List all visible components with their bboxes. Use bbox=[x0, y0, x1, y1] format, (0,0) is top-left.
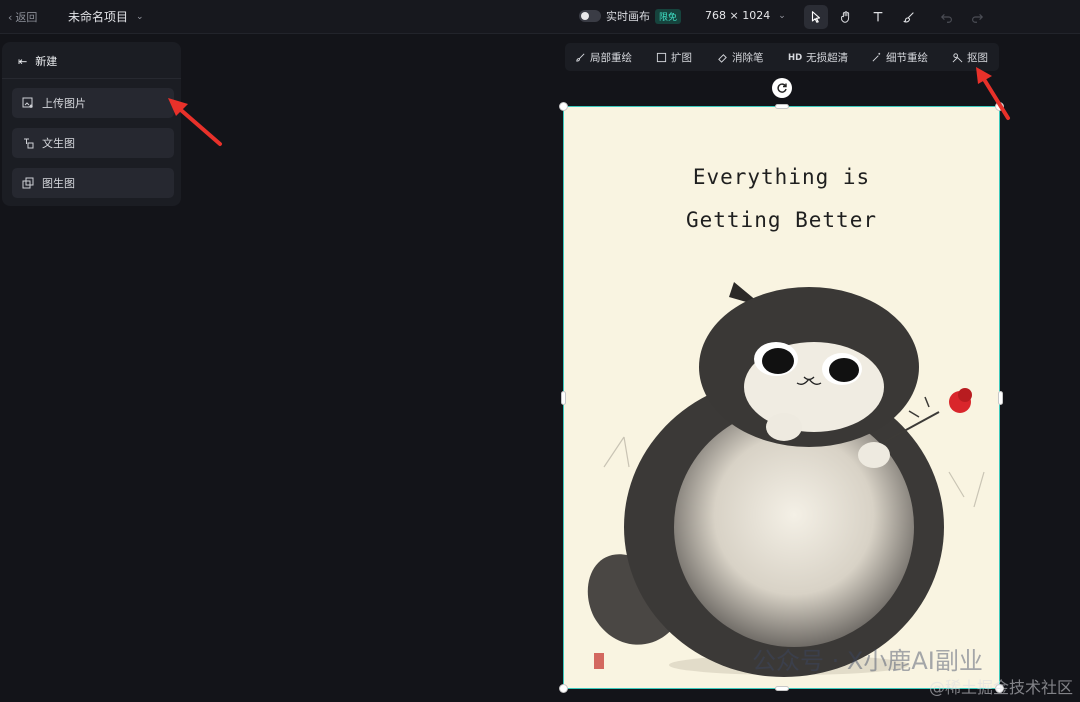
upload-image-label: 上传图片 bbox=[42, 97, 86, 110]
outpaint-button[interactable]: 扩图 bbox=[656, 50, 692, 65]
chevron-down-icon: ⌄ bbox=[136, 11, 144, 22]
undo-button[interactable] bbox=[940, 9, 954, 28]
text-to-image-button[interactable]: 文生图 bbox=[12, 128, 174, 158]
red-arrow-cutout bbox=[976, 67, 1010, 120]
eraser-label: 消除笔 bbox=[732, 52, 764, 64]
cat-illustration bbox=[587, 282, 985, 677]
red-arrow-upload bbox=[168, 98, 222, 146]
undo-icon bbox=[940, 13, 952, 23]
resize-handle-top[interactable] bbox=[775, 104, 789, 109]
rotate-icon bbox=[777, 83, 787, 93]
back-label: 返回 bbox=[15, 11, 38, 24]
upload-image-button[interactable]: 上传图片 bbox=[12, 88, 174, 118]
outpaint-label: 扩图 bbox=[671, 52, 692, 64]
free-badge: 限免 bbox=[655, 8, 682, 24]
rotate-handle[interactable] bbox=[772, 78, 792, 98]
text-tool-button[interactable] bbox=[866, 5, 890, 29]
canvas-size-dropdown[interactable]: 768 × 1024 ⌄ bbox=[705, 9, 786, 22]
resize-handle-left[interactable] bbox=[561, 391, 566, 405]
resize-handle-bottom-left[interactable] bbox=[559, 684, 568, 693]
collapse-left-icon[interactable]: ⇤ bbox=[18, 55, 27, 68]
brush-icon bbox=[903, 12, 914, 23]
inpaint-button[interactable]: 局部重绘 bbox=[575, 50, 632, 65]
watermark-wechat: 公众号 · X小鹿AI副业 bbox=[752, 647, 983, 675]
hd-icon: HD bbox=[788, 52, 803, 63]
hd-upscale-label: 无损超清 bbox=[806, 52, 849, 64]
project-name-dropdown[interactable]: 未命名项目 ⌄ bbox=[68, 8, 144, 25]
cursor-arrow-icon bbox=[811, 11, 821, 23]
hand-icon bbox=[841, 11, 850, 23]
panel-title: 新建 bbox=[35, 55, 58, 68]
redo-button[interactable] bbox=[970, 9, 984, 28]
brush-icon bbox=[576, 53, 585, 62]
resize-handle-right[interactable] bbox=[998, 391, 1003, 405]
layers-icon bbox=[22, 177, 34, 189]
image-edit-toolbar: 局部重绘 扩图 消除笔 HD 无损超清 细节重绘 抠图 bbox=[565, 43, 999, 71]
canvas-image[interactable]: Everything is Getting Better bbox=[563, 106, 1000, 689]
text-t-icon bbox=[873, 12, 883, 22]
brush-tool-button[interactable] bbox=[897, 5, 921, 29]
eraser-button[interactable]: 消除笔 bbox=[717, 50, 764, 65]
image-upload-icon bbox=[22, 97, 33, 108]
realtime-canvas-toggle[interactable]: 实时画布 限免 bbox=[579, 8, 682, 24]
redo-icon bbox=[972, 13, 984, 23]
eraser-icon bbox=[718, 54, 727, 63]
image-to-image-label: 图生图 bbox=[42, 177, 75, 190]
image-to-image-button[interactable]: 图生图 bbox=[12, 168, 174, 198]
expand-icon bbox=[656, 52, 667, 63]
resize-handle-bottom[interactable] bbox=[775, 686, 789, 691]
detail-repaint-label: 细节重绘 bbox=[886, 52, 928, 64]
chevron-down-icon: ⌄ bbox=[778, 10, 786, 21]
toggle-switch[interactable] bbox=[579, 10, 601, 22]
cutout-icon bbox=[952, 53, 963, 63]
text-image-icon bbox=[24, 138, 34, 149]
new-panel: ⇤ 新建 上传图片 文生图 图生图 bbox=[2, 42, 181, 206]
resize-handle-top-left[interactable] bbox=[559, 102, 568, 111]
hand-tool-button[interactable] bbox=[834, 5, 858, 29]
watermark-juejin: @稀土掘金技术社区 bbox=[929, 678, 1074, 697]
inpaint-label: 局部重绘 bbox=[590, 52, 632, 64]
canvas-size-value: 768 × 1024 bbox=[705, 9, 771, 22]
realtime-label: 实时画布 bbox=[606, 10, 650, 23]
back-button[interactable]: ‹ 返回 bbox=[8, 9, 37, 25]
divider bbox=[2, 78, 181, 79]
project-name: 未命名项目 bbox=[68, 10, 129, 24]
magic-wand-icon bbox=[872, 52, 881, 62]
panel-header[interactable]: ⇤ 新建 bbox=[18, 53, 57, 69]
detail-repaint-button[interactable]: 细节重绘 bbox=[871, 50, 928, 65]
select-tool-button[interactable] bbox=[804, 5, 828, 29]
text-to-image-label: 文生图 bbox=[42, 137, 75, 150]
top-bar: ‹ 返回 未命名项目 ⌄ 实时画布 限免 768 × 1024 ⌄ bbox=[0, 0, 1080, 34]
hd-upscale-button[interactable]: HD 无损超清 bbox=[788, 50, 848, 65]
chevron-left-icon: ‹ bbox=[8, 10, 13, 24]
